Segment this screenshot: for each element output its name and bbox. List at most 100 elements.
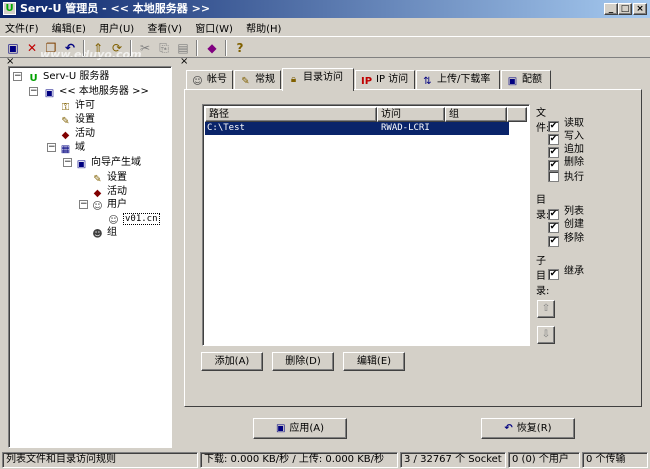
tree-node-activity[interactable]: ◆ 活动 (59, 127, 95, 141)
check-icon: ✔ (548, 222, 559, 233)
minimize-button[interactable]: _ (604, 3, 618, 15)
server-tree[interactable]: − U Serv-U 服务器 − ▣ << 本地服务器 >> ⚿ 许可 ✎ 设置 ◆ 活动… (8, 66, 172, 448)
menu-user[interactable]: 用户(U) (94, 18, 139, 35)
save-icon[interactable]: ▣ (5, 40, 21, 56)
checkbox-inherit[interactable]: ✔ 继承 (548, 266, 584, 280)
checkbox-remove[interactable]: ✔ 移除 (548, 233, 584, 247)
tree-node-domains[interactable]: ▦ 域 (59, 141, 85, 155)
tree-node-users[interactable]: ☺ 用户 (91, 198, 127, 212)
table-row[interactable]: C:\Test RWAD-LCRI (205, 122, 509, 135)
undo-icon: ↶ (504, 423, 513, 434)
ip-icon: IP (360, 76, 373, 87)
book-icon[interactable]: ◆ (204, 40, 220, 56)
tree-node-domain-settings[interactable]: ✎ 设置 (91, 171, 127, 185)
tree-node-wizard-domain[interactable]: ▣ 向导产生域 (75, 156, 141, 170)
edit-button[interactable]: 编辑(E) (343, 352, 405, 371)
tab-quota[interactable]: ▣ 配额 (501, 70, 551, 90)
remove-button[interactable]: 删除(D) (272, 352, 334, 371)
window-title: Serv-U 管理员 - << 本地服务器 >> (20, 2, 211, 15)
collapse-icon[interactable]: − (63, 158, 72, 167)
check-icon: ✔ (548, 236, 559, 247)
settings-icon: ✎ (241, 76, 250, 87)
apply-button[interactable]: ▣ 应用(A) (253, 418, 347, 439)
checkbox-delete[interactable]: ✔ 删除 (548, 157, 584, 171)
tab-directory-access[interactable]: 🔒︎ 目录访问 (282, 68, 354, 91)
arrow-down-icon: ⇩ (541, 329, 551, 340)
checkbox-read[interactable]: ✔ 读取 (548, 118, 584, 132)
column-header-group[interactable]: 组 (445, 107, 507, 122)
title-bar: U Serv-U 管理员 - << 本地服务器 >> _ □ × (0, 0, 650, 18)
undo-icon[interactable]: ↶ (62, 40, 78, 56)
tree-node-local-server[interactable]: ▣ << 本地服务器 >> (43, 85, 149, 99)
tab-transfer-rate[interactable]: ⇅ 上传/下载率 (416, 70, 500, 90)
delete-icon[interactable]: ✕ (24, 40, 40, 56)
row-access: RWAD-LCRI (381, 123, 430, 133)
menu-window[interactable]: 窗口(W) (190, 18, 238, 35)
status-users: 0 (0) 个用户 (508, 452, 580, 468)
status-bar: 列表文件和目录访问规则 下载: 0.000 KB/秒 / 上传: 0.000 K… (0, 450, 650, 469)
checkbox-append[interactable]: ✔ 追加 (548, 144, 584, 158)
collapse-icon[interactable]: − (29, 87, 38, 96)
collapse-icon[interactable]: − (47, 143, 56, 152)
lock-icon: 🔒︎ (290, 74, 297, 85)
arrow-up-icon: ⇧ (541, 303, 551, 314)
restore-button[interactable]: ↶ 恢复(R) (481, 418, 575, 439)
transfer-icon: ⇅ (423, 76, 432, 87)
users-icon: ☺ (92, 201, 103, 212)
folder-up-icon[interactable]: ⇑ (90, 40, 106, 56)
tree-node-user[interactable]: ☺ v01.cn (107, 212, 160, 226)
row-path: C:\Test (207, 123, 245, 133)
move-down-button[interactable]: ⇩ (537, 326, 555, 344)
domain-icon: ▣ (76, 159, 87, 170)
tree-node-serv-u[interactable]: U Serv-U 服务器 (27, 70, 109, 84)
menu-edit[interactable]: 编辑(E) (47, 18, 91, 35)
help-icon[interactable]: ? (232, 40, 248, 56)
check-icon: ✔ (548, 269, 559, 280)
menu-help[interactable]: 帮助(H) (241, 18, 286, 35)
maximize-button[interactable]: □ (618, 3, 632, 15)
column-header-access[interactable]: 访问 (377, 107, 445, 122)
status-transfer-rate: 下载: 0.000 KB/秒 / 上传: 0.000 KB/秒 (200, 452, 398, 468)
user-icon: ☺ (192, 76, 203, 87)
tree-node-license[interactable]: ⚿ 许可 (59, 99, 95, 113)
toolbar-separator (225, 40, 227, 56)
cut-icon: ✂ (139, 41, 151, 55)
pane-close-icon[interactable]: × (6, 57, 14, 67)
checkbox-create[interactable]: ✔ 创建 (548, 219, 584, 233)
column-header-path[interactable]: 路径 (205, 107, 377, 122)
checkbox-write[interactable]: ✔ 写入 (548, 131, 584, 145)
toolbar-separator (196, 40, 198, 56)
tree-node-domain-activity[interactable]: ◆ 活动 (91, 185, 127, 199)
serv-u-app-icon: U (3, 2, 16, 15)
toolbar: ▣ ✕ ❐ ↶ ⇑ ⟳ ✂ ⎘ ▤ ◆ ? (0, 36, 650, 58)
serv-u-icon: U (29, 73, 38, 84)
tab-general[interactable]: ✎ 常规 (234, 70, 281, 90)
menu-view[interactable]: 查看(V) (142, 18, 187, 35)
directory-list[interactable]: 路径 访问 组 C:\Test RWAD-LCRI (202, 104, 530, 346)
tab-account[interactable]: ☺ 帐号 (186, 70, 233, 90)
quota-icon: ▣ (507, 76, 518, 87)
status-transfers: 0 个传输 (582, 452, 648, 468)
add-button[interactable]: 添加(A) (201, 352, 263, 371)
checkbox-list[interactable]: ✔ 列表 (548, 206, 584, 220)
close-button[interactable]: × (633, 3, 647, 15)
pane-close-icon-right[interactable]: × (180, 57, 188, 67)
tree-node-settings[interactable]: ✎ 设置 (59, 113, 95, 127)
tab-ip-access[interactable]: IP IP 访问 (355, 70, 415, 90)
copy-icon[interactable]: ❐ (43, 40, 59, 56)
refresh-icon[interactable]: ⟳ (109, 40, 125, 56)
move-up-button[interactable]: ⇧ (537, 300, 555, 318)
copy2-icon: ⎘ (159, 41, 169, 55)
collapse-icon[interactable]: − (79, 200, 88, 209)
status-sockets: 3 / 32767 个 Socket (400, 452, 506, 468)
collapse-icon[interactable]: − (13, 72, 22, 81)
check-icon: ✔ (548, 160, 559, 171)
checkbox-execute[interactable]: 执行 (548, 171, 584, 184)
tree-node-groups[interactable]: ☻ 组 (91, 226, 117, 240)
menu-file[interactable]: 文件(F) (0, 18, 44, 35)
toolbar-separator (83, 40, 85, 56)
domains-icon: ▦ (60, 144, 71, 155)
save-icon: ▣ (275, 423, 286, 434)
column-header-filler (507, 107, 527, 122)
menu-bar: 文件(F) 编辑(E) 用户(U) 查看(V) 窗口(W) 帮助(H) (0, 18, 650, 35)
